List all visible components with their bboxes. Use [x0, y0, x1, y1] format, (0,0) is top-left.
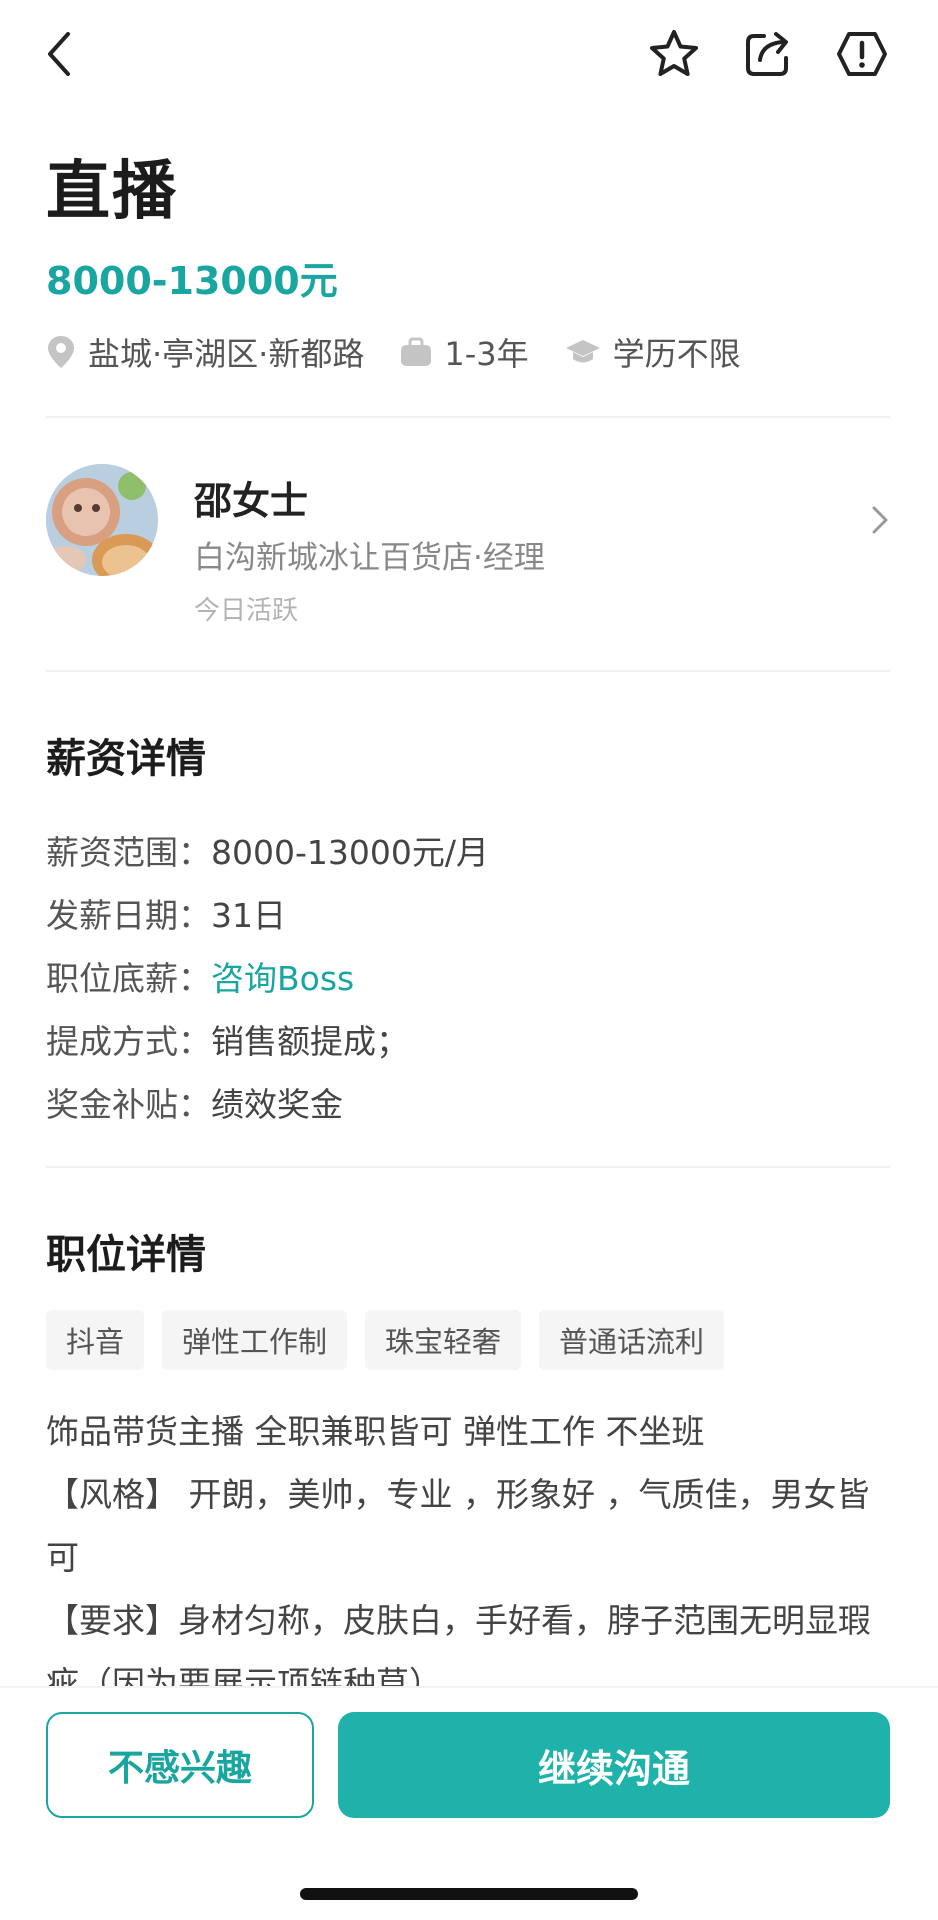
- not-interested-button[interactable]: 不感兴趣: [46, 1712, 314, 1818]
- job-tag: 珠宝轻奢: [365, 1310, 522, 1370]
- description-line: 饰品带货主播 全职兼职皆可 弹性工作 不坐班: [46, 1412, 705, 1451]
- top-navigation-bar: [0, 22, 938, 88]
- experience-item: 1-3年: [400, 329, 529, 375]
- job-tag: 弹性工作制: [162, 1310, 348, 1370]
- recruiter-active-status: 今日活跃: [194, 596, 299, 626]
- divider: [46, 416, 890, 418]
- job-tags: 抖音 弹性工作制 珠宝轻奢 普通话流利: [46, 1310, 742, 1370]
- recruiter-detail-chevron: [870, 504, 890, 540]
- location-text: 盐城·亭湖区·新都路: [88, 335, 365, 373]
- detail-value: 8000-13000元/月: [211, 832, 489, 872]
- back-button[interactable]: [28, 22, 92, 86]
- detail-value: 绩效奖金: [211, 1084, 343, 1124]
- report-button[interactable]: [830, 22, 894, 86]
- commission-row: 提成方式： 销售额提成；: [46, 1007, 890, 1070]
- education-item: 学历不限: [565, 329, 741, 375]
- experience-text: 1-3年: [444, 335, 529, 373]
- back-arrow-icon: [48, 32, 70, 76]
- favorite-button[interactable]: [642, 22, 706, 86]
- recruiter-company: 白沟新城冰让百货店·经理: [194, 540, 545, 576]
- detail-label: 职位底薪：: [46, 958, 211, 998]
- divider: [46, 670, 890, 672]
- report-warning-icon: [837, 32, 887, 76]
- description-line: 【要求】身材匀称，皮肤白，手好看，脖子范围无明显瑕疵（因为要展示项链种草）: [46, 1601, 871, 1690]
- detail-value: 31日: [211, 895, 286, 935]
- briefcase-icon: [401, 337, 432, 366]
- salary-range: 8000-13000元: [46, 259, 338, 303]
- position-section-title: 职位详情: [46, 1232, 206, 1278]
- education-text: 学历不限: [612, 335, 741, 373]
- chevron-right-icon: [872, 506, 888, 534]
- bottom-action-bar: 不感兴趣 继续沟通: [0, 1686, 938, 1920]
- location-item: 盐城·亭湖区·新都路: [46, 329, 364, 375]
- salary-range-row: 薪资范围： 8000-13000元/月: [46, 818, 890, 881]
- job-tag: 普通话流利: [539, 1310, 725, 1370]
- job-title: 直播: [46, 155, 178, 229]
- detail-label: 提成方式：: [46, 1021, 211, 1061]
- continue-chat-button[interactable]: 继续沟通: [338, 1712, 890, 1818]
- job-tag: 抖音: [46, 1310, 145, 1370]
- home-indicator[interactable]: [300, 1888, 638, 1900]
- salary-section-title: 薪资详情: [46, 736, 206, 782]
- share-icon: [746, 32, 788, 76]
- share-button[interactable]: [736, 22, 800, 86]
- base-salary-row: 职位底薪： 咨询Boss: [46, 944, 890, 1007]
- location-pin-icon: [48, 336, 74, 368]
- recruiter-card[interactable]: 邵女士 白沟新城冰让百货店·经理 今日活跃: [46, 460, 890, 630]
- detail-value: 销售额提成；: [211, 1021, 409, 1061]
- payday-row: 发薪日期： 31日: [46, 881, 890, 944]
- divider: [46, 1166, 890, 1168]
- detail-label: 发薪日期：: [46, 895, 211, 935]
- star-icon: [650, 30, 698, 76]
- recruiter-name: 邵女士: [194, 479, 309, 523]
- graduation-cap-icon: [565, 340, 600, 363]
- salary-detail-list: 薪资范围： 8000-13000元/月 发薪日期： 31日 职位底薪： 咨询Boss …: [46, 818, 890, 1133]
- job-meta-row: 盐城·亭湖区·新都路 1-3年 学历不限: [46, 328, 777, 376]
- job-description: 饰品带货主播 全职兼职皆可 弹性工作 不坐班 【风格】 开朗，美帅，专业 ，形象…: [46, 1400, 894, 1690]
- ask-boss-link[interactable]: 咨询Boss: [211, 952, 354, 1000]
- recruiter-avatar: [46, 464, 158, 576]
- description-line: 【风格】 开朗，美帅，专业 ，形象好 ，气质佳，男女皆可: [46, 1475, 870, 1577]
- detail-label: 薪资范围：: [46, 832, 211, 872]
- detail-label: 奖金补贴：: [46, 1084, 211, 1124]
- bonus-row: 奖金补贴： 绩效奖金: [46, 1070, 890, 1133]
